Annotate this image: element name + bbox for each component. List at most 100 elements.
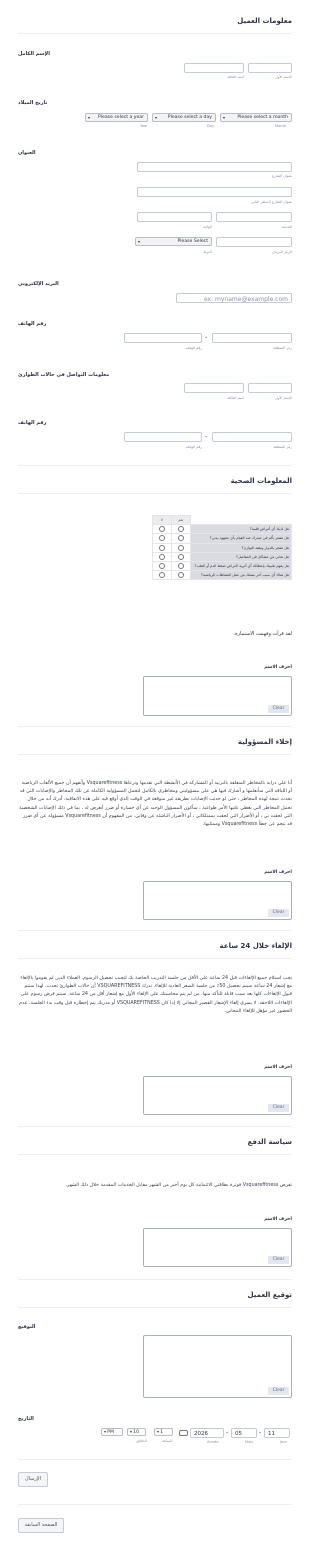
number2-sublabel: رقم الهاتف — [185, 445, 202, 449]
section-title-health: المعلومات الصحية — [230, 477, 292, 485]
divider — [18, 754, 292, 755]
radio-yes[interactable] — [177, 553, 184, 560]
zip-input[interactable] — [216, 237, 292, 247]
radio-no[interactable] — [158, 526, 165, 533]
year-sublabel: Year — [140, 124, 148, 128]
street2-input[interactable] — [137, 187, 292, 197]
health-initials-pad[interactable]: Clear — [143, 676, 292, 716]
clear-button[interactable]: Clear — [268, 909, 289, 917]
health-question: هل لديك أي أمراض قلبية؟ — [189, 524, 293, 535]
date-separator: - — [259, 1429, 262, 1436]
birth-date-label: تاريخ الميلاد — [18, 100, 48, 106]
emergency-last-sublabel: اسم العائلة — [227, 396, 244, 400]
payment-initials-label: احرف الاسم — [264, 1217, 292, 1222]
health-questionnaire-table: لا نعم هل لديك أي أمراض قلبية؟ هل تشعر ب… — [152, 514, 293, 581]
radio-yes[interactable] — [177, 535, 184, 542]
emergency-first-input[interactable] — [248, 383, 292, 393]
divider — [18, 930, 292, 931]
divider — [18, 1504, 292, 1505]
health-question: هل يقوم طبيبك بإعطائك أي أدوية لأمراض ضغ… — [189, 560, 293, 572]
cancellation-initials-pad[interactable]: Clear — [143, 1076, 292, 1115]
city-input[interactable] — [216, 212, 292, 222]
calendar-icon[interactable] — [179, 1430, 188, 1436]
section-title-client-signature: توقيع العميل — [247, 1291, 292, 1299]
hour-select[interactable]: ▾ 1 — [154, 1428, 173, 1436]
phone-number-input[interactable] — [124, 333, 202, 343]
health-question: هل هناك أي سبب آخر يمنعك من عمل النشاطات… — [189, 570, 293, 581]
country-select[interactable]: ▾ Please Select — [135, 237, 212, 246]
clear-button[interactable]: Clear — [268, 705, 289, 713]
divider — [18, 1126, 292, 1127]
submit-button[interactable]: الإرسال — [18, 1472, 48, 1487]
divider — [18, 493, 292, 494]
clear-button[interactable]: Clear — [268, 1387, 289, 1395]
ampm-select[interactable]: ▾ PM — [101, 1428, 123, 1436]
hour-sublabel: الساعة — [162, 1439, 173, 1443]
radio-yes[interactable] — [177, 526, 184, 533]
emergency-first-sublabel: الإسم الأول — [275, 396, 292, 400]
last-name-input[interactable] — [184, 63, 244, 73]
date-month-input[interactable]: 05 — [231, 1428, 257, 1438]
birth-year-select[interactable]: ▾ Please select a year — [85, 113, 148, 122]
date-separator: - — [226, 1429, 229, 1436]
date-day-input[interactable]: 11 — [264, 1428, 290, 1438]
day-sublabel: Day — [207, 124, 215, 128]
payment-text: تفرض Vsquarefitness فوترة بطاقتي الائتما… — [65, 1183, 292, 1188]
health-question: هل تعاني من مشاكل في المفاصل؟ — [189, 551, 293, 562]
radio-no[interactable] — [158, 572, 165, 579]
country-sublabel: الدولة — [203, 250, 212, 254]
state-input[interactable] — [137, 212, 212, 222]
previous-page-button[interactable]: الصفحة السابقة — [18, 1518, 64, 1533]
health-question: هل تشعر بألم في صدرك عند القيام بأي مجهو… — [189, 533, 293, 544]
number-sublabel: رقم الهاتف — [185, 346, 202, 350]
phone-dash: - — [205, 334, 208, 341]
radio-no[interactable] — [158, 563, 165, 570]
street-sublabel: عنوان الشارع — [271, 174, 292, 178]
year-sublabel: Année — [207, 1440, 219, 1444]
city-sublabel: المدينة — [281, 225, 292, 229]
month-sublabel: Mois — [245, 1440, 254, 1444]
radio-yes[interactable] — [177, 563, 184, 570]
payment-initials-pad[interactable]: Clear — [143, 1228, 292, 1267]
birth-month-select[interactable]: ▾ Please select a month — [220, 113, 292, 122]
signature-pad[interactable]: Clear — [143, 1335, 292, 1398]
radio-no[interactable] — [158, 535, 165, 542]
phone-area-input[interactable] — [212, 333, 292, 343]
email-input[interactable]: ex: myname@example.com — [176, 293, 292, 303]
clear-button[interactable]: Clear — [268, 1256, 289, 1264]
col-header-no: لا — [152, 514, 172, 526]
phone2-number-input[interactable] — [124, 432, 202, 442]
chevron-down-icon: ▾ — [88, 115, 91, 120]
acknowledgement-text: لقد قرأت وفهمت الاستمارة. — [233, 631, 292, 637]
street-input[interactable] — [137, 162, 292, 172]
phone2-area-input[interactable] — [212, 432, 292, 442]
clear-button[interactable]: Clear — [268, 1104, 289, 1112]
radio-yes[interactable] — [177, 572, 184, 579]
radio-no[interactable] — [158, 553, 165, 560]
emergency-label: معلومات التواصل في حالات الطوارئ — [18, 372, 110, 378]
state-sublabel: الولاية — [203, 225, 212, 229]
section-title-cancellation: الإلغاء خلال 24 ساعة — [219, 942, 292, 950]
area2-sublabel: رمز المنطقة — [273, 445, 292, 449]
address-label: العنوان — [18, 150, 36, 156]
date-year-input[interactable]: 2026 — [190, 1428, 224, 1438]
liability-text: أنا على دراية بالمخاطر المتعلقة بالتربية… — [19, 781, 292, 828]
divider — [18, 33, 292, 34]
area-sublabel: رمز المنطقة — [273, 346, 292, 350]
phone2-dash: - — [205, 433, 208, 440]
radio-yes[interactable] — [177, 544, 184, 551]
minute-select[interactable]: ▾ 10 — [127, 1428, 146, 1436]
email-label: البريد الإلكتروني — [18, 281, 59, 287]
signature-label: التوقيع — [18, 1324, 36, 1330]
divider — [18, 958, 292, 959]
cancellation-text: يجب استلام جميع الإلغاءات قبل 24 ساعة عل… — [19, 976, 292, 1014]
col-header-yes: نعم — [170, 514, 191, 526]
cancellation-initials-label: احرف الاسم — [264, 1065, 292, 1070]
liability-initials-pad[interactable]: Clear — [143, 881, 292, 920]
birth-day-select[interactable]: ▾ Please select a day — [152, 113, 216, 122]
radio-no[interactable] — [158, 544, 165, 551]
health-initials-label: احرف الاسم — [264, 665, 292, 670]
divider — [18, 465, 292, 466]
emergency-last-input[interactable] — [184, 383, 244, 393]
first-name-input[interactable] — [248, 63, 292, 73]
